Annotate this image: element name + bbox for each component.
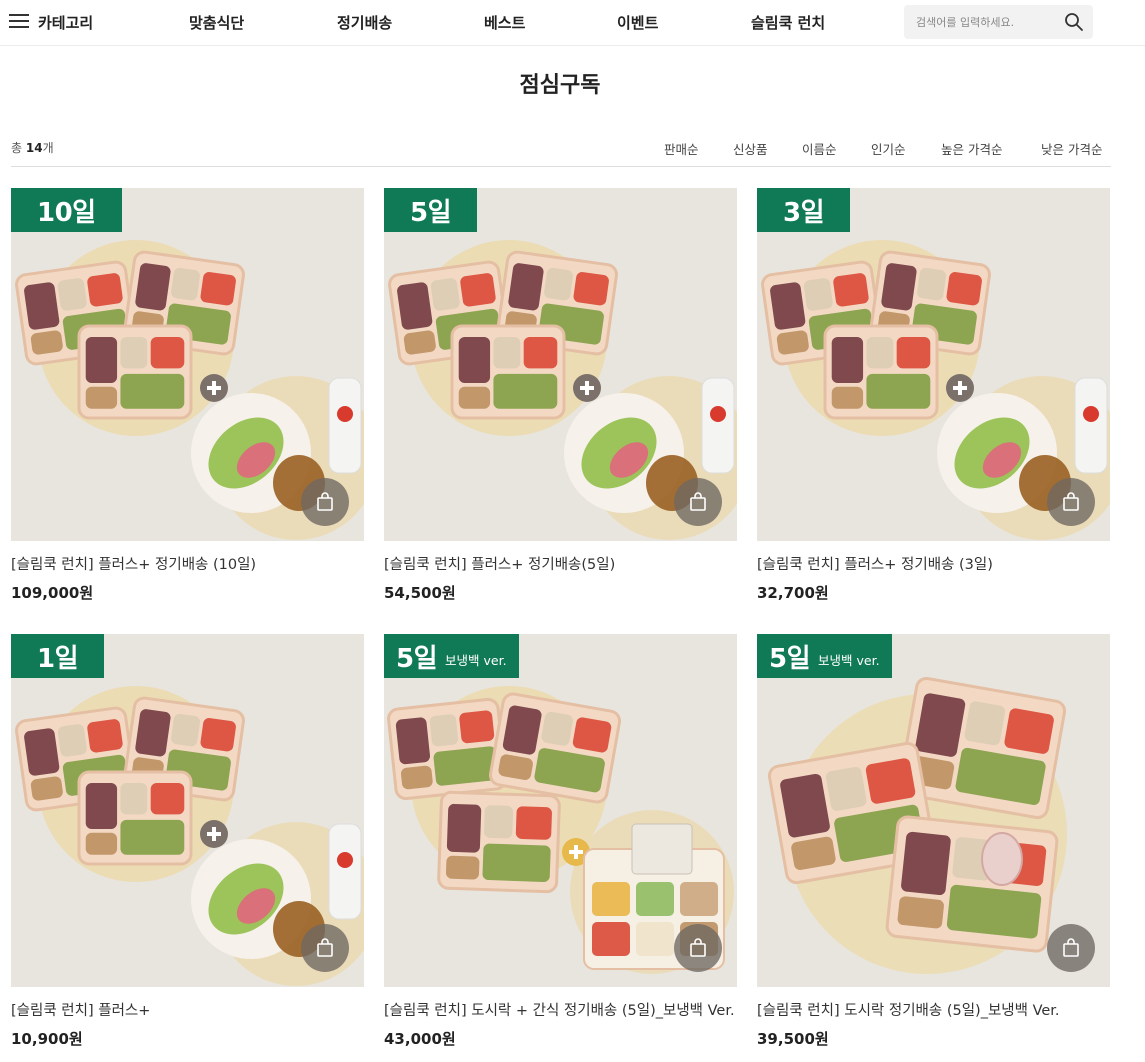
nav-subscription[interactable]: 정기배송 bbox=[337, 12, 392, 33]
product-price: 32,700원 bbox=[757, 584, 829, 602]
product-name[interactable]: [슬림쿡 런치] 플러스+ bbox=[11, 1001, 364, 1022]
nav-event[interactable]: 이벤트 bbox=[617, 12, 658, 33]
sort-by-name[interactable]: 이름순 bbox=[802, 139, 837, 158]
page-title: 점심구독 bbox=[519, 73, 601, 98]
nav-best[interactable]: 베스트 bbox=[484, 12, 525, 33]
product-card[interactable]: 5일 보냉백 ver. [슬림쿡 런치] 도시락 정기배송 (5일)_보냉백 Ve… bbox=[757, 634, 1110, 1049]
shopping-bag-icon bbox=[1063, 938, 1079, 957]
sort-by-price-high[interactable]: 높은 가격순 bbox=[941, 139, 1002, 158]
product-name[interactable]: [슬림쿡 런치] 플러스+ 정기배송(5일) bbox=[384, 555, 737, 576]
cart-button[interactable] bbox=[674, 924, 722, 972]
product-name[interactable]: [슬림쿡 런치] 플러스+ 정기배송 (3일) bbox=[757, 555, 1110, 576]
product-price: 43,000원 bbox=[384, 1030, 456, 1048]
search-input[interactable] bbox=[916, 13, 1056, 31]
category-menu-label[interactable]: 카테고리 bbox=[38, 12, 93, 33]
sort-by-popular[interactable]: 인기순 bbox=[871, 139, 906, 158]
shopping-bag-icon bbox=[317, 938, 333, 957]
product-price: 39,500원 bbox=[757, 1030, 829, 1048]
search-icon[interactable] bbox=[1064, 12, 1084, 32]
days-badge: 5일 보냉백 ver. bbox=[757, 634, 892, 678]
product-name[interactable]: [슬림쿡 런치] 플러스+ 정기배송 (10일) bbox=[11, 555, 364, 576]
product-count: 총 14개 bbox=[11, 141, 54, 155]
product-image[interactable]: 3일 bbox=[757, 188, 1110, 541]
product-card[interactable]: 1일 [슬림쿡 런치] 플러스+ 10,900원 bbox=[11, 634, 364, 1049]
cart-button[interactable] bbox=[301, 478, 349, 526]
product-price: 109,000원 bbox=[11, 584, 94, 602]
shopping-bag-icon bbox=[317, 492, 333, 511]
shopping-bag-icon bbox=[690, 938, 706, 957]
days-badge: 5일 보냉백 ver. bbox=[384, 634, 519, 678]
product-card[interactable]: 5일 보냉백 ver. [슬림쿡 런치] 도시락 + 간식 정기배송 (5일)_보… bbox=[384, 634, 737, 1049]
product-image[interactable]: 5일 bbox=[384, 188, 737, 541]
shopping-bag-icon bbox=[1063, 492, 1079, 511]
product-card[interactable]: 10일 [슬림쿡 런치] 플러스+ 정기배송 (10일) 109,000원 bbox=[11, 188, 364, 603]
sort-by-sales[interactable]: 판매순 bbox=[664, 139, 699, 158]
top-navigation: 카테고리 맞춤식단 정기배송 베스트 이벤트 슬림쿡 런치 bbox=[0, 0, 1145, 46]
days-badge: 3일 bbox=[757, 188, 851, 232]
sort-by-new[interactable]: 신상품 bbox=[733, 139, 768, 158]
nav-slimcook-lunch[interactable]: 슬림쿡 런치 bbox=[751, 12, 825, 33]
product-image[interactable]: 5일 보냉백 ver. bbox=[757, 634, 1110, 987]
search-box bbox=[904, 5, 1093, 39]
product-price: 54,500원 bbox=[384, 584, 456, 602]
days-badge: 1일 bbox=[11, 634, 105, 678]
list-divider bbox=[11, 166, 1111, 167]
sort-by-price-low[interactable]: 낮은 가격순 bbox=[1041, 139, 1102, 158]
cart-button[interactable] bbox=[674, 478, 722, 526]
nav-custom-meal[interactable]: 맞춤식단 bbox=[189, 12, 244, 33]
shopping-bag-icon bbox=[690, 492, 706, 511]
product-image[interactable]: 1일 bbox=[11, 634, 364, 987]
product-image[interactable]: 10일 bbox=[11, 188, 364, 541]
product-price: 10,900원 bbox=[11, 1030, 83, 1048]
cart-button[interactable] bbox=[1047, 478, 1095, 526]
product-name[interactable]: [슬림쿡 런치] 도시락 + 간식 정기배송 (5일)_보냉백 Ver. bbox=[384, 1001, 737, 1022]
product-name[interactable]: [슬림쿡 런치] 도시락 정기배송 (5일)_보냉백 Ver. bbox=[757, 1001, 1110, 1022]
cart-button[interactable] bbox=[301, 924, 349, 972]
product-card[interactable]: 5일 [슬림쿡 런치] 플러스+ 정기배송(5일) 54,500원 bbox=[384, 188, 737, 603]
days-badge: 10일 bbox=[11, 188, 122, 232]
days-badge: 5일 bbox=[384, 188, 478, 232]
product-image[interactable]: 5일 보냉백 ver. bbox=[384, 634, 737, 987]
menu-icon[interactable] bbox=[9, 14, 29, 29]
product-card[interactable]: 3일 [슬림쿡 런치] 플러스+ 정기배송 (3일) 32,700원 bbox=[757, 188, 1110, 603]
cart-button[interactable] bbox=[1047, 924, 1095, 972]
